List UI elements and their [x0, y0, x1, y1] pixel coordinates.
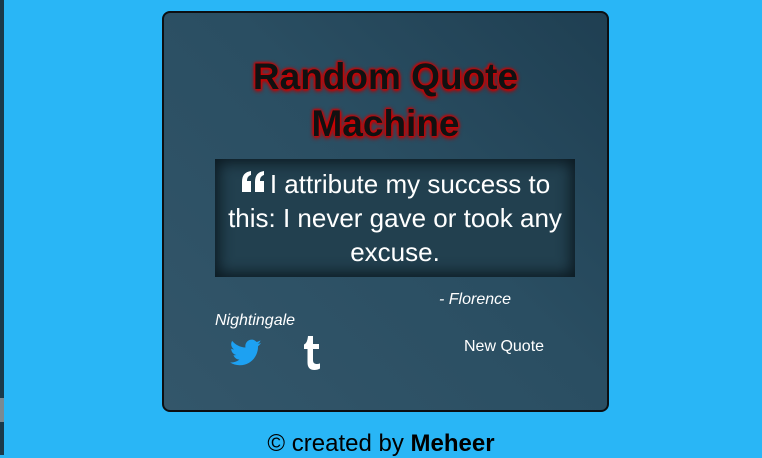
quote-box: I attribute my success to this: I never …	[215, 159, 575, 277]
title-line-1: Random Quote	[252, 56, 519, 97]
title-line-2: Machine	[311, 103, 460, 144]
footer-author: Meheer	[410, 430, 495, 457]
new-quote-button[interactable]: New Quote	[464, 338, 544, 356]
quote-card: Random Quote Machine I attribute my succ…	[162, 11, 609, 412]
footer-prefix: © created by	[267, 430, 404, 457]
quote-author: - Florence Nightingale	[215, 291, 512, 329]
tumblr-button[interactable]	[302, 336, 324, 370]
tumblr-icon	[304, 336, 320, 370]
quote-text: I attribute my success to this: I never …	[228, 169, 562, 267]
left-edge-bar	[0, 0, 4, 455]
scroll-handle[interactable]	[0, 398, 4, 422]
tweet-button[interactable]	[229, 339, 262, 367]
page-title: Random Quote Machine	[164, 53, 607, 147]
quote-left-icon	[241, 171, 264, 192]
twitter-icon	[229, 339, 262, 366]
footer-credit: © created by Meheer	[0, 430, 762, 458]
